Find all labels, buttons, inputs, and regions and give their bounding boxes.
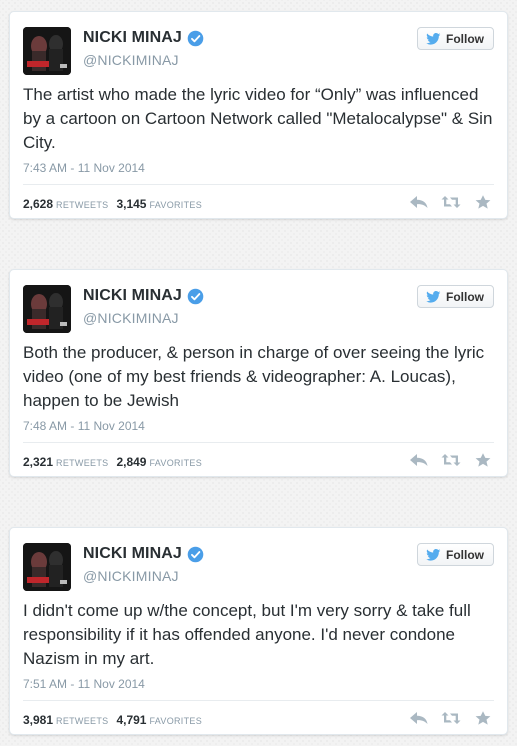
retweet-icon[interactable] [441, 453, 461, 467]
retweets-label[interactable]: RETWEETS [56, 200, 108, 210]
verified-badge-icon [187, 30, 204, 46]
tweet-timestamp[interactable]: 7:51 AM - 11 Nov 2014 [23, 677, 145, 691]
author-name-row: NICKI MINAJ [83, 29, 204, 47]
twitter-bird-icon [426, 548, 441, 561]
author-name[interactable]: NICKI MINAJ [83, 29, 182, 47]
divider [23, 184, 494, 185]
divider [23, 700, 494, 701]
retweets-count[interactable]: 2,628 [23, 197, 53, 211]
follow-button[interactable]: Follow [417, 27, 494, 50]
author-name[interactable]: NICKI MINAJ [83, 545, 182, 563]
author-name[interactable]: NICKI MINAJ [83, 287, 182, 305]
follow-label: Follow [446, 289, 484, 304]
favorites-label[interactable]: FAVORITES [149, 458, 202, 468]
verified-badge-icon [187, 546, 204, 562]
tweet-stats: 3,981 RETWEETS 4,791 FAVORITES [23, 713, 210, 727]
retweets-count[interactable]: 2,321 [23, 455, 53, 469]
follow-button[interactable]: Follow [417, 285, 494, 308]
reply-icon[interactable] [409, 711, 429, 725]
tweet-text: Both the producer, & person in charge of… [23, 343, 485, 410]
retweet-icon[interactable] [441, 711, 461, 725]
reply-icon[interactable] [409, 453, 429, 467]
favorites-label[interactable]: FAVORITES [149, 716, 202, 726]
retweets-count[interactable]: 3,981 [23, 713, 53, 727]
divider [23, 442, 494, 443]
tweet-card: NICKI MINAJ @NICKIMINAJ Follow The artis… [9, 11, 508, 219]
author-name-row: NICKI MINAJ [83, 545, 204, 563]
favorite-star-icon[interactable] [473, 195, 493, 209]
follow-button[interactable]: Follow [417, 543, 494, 566]
author-handle[interactable]: @NICKIMINAJ [83, 568, 179, 584]
tweet-text: The artist who made the lyric video for … [23, 85, 493, 152]
author-name-row: NICKI MINAJ [83, 287, 204, 305]
avatar[interactable] [23, 285, 71, 333]
follow-label: Follow [446, 31, 484, 46]
tweet-timestamp[interactable]: 7:48 AM - 11 Nov 2014 [23, 419, 145, 433]
tweet-stats: 2,321 RETWEETS 2,849 FAVORITES [23, 455, 210, 469]
tweet-actions [409, 195, 493, 209]
verified-badge-icon [187, 288, 204, 304]
author-handle[interactable]: @NICKIMINAJ [83, 52, 179, 68]
retweets-label[interactable]: RETWEETS [56, 458, 108, 468]
tweet-text: I didn't come up w/the concept, but I'm … [23, 601, 471, 668]
author-handle[interactable]: @NICKIMINAJ [83, 310, 179, 326]
favorite-star-icon[interactable] [473, 711, 493, 725]
favorites-count[interactable]: 3,145 [116, 197, 146, 211]
avatar[interactable] [23, 543, 71, 591]
tweet-actions [409, 453, 493, 467]
follow-label: Follow [446, 547, 484, 562]
retweet-icon[interactable] [441, 195, 461, 209]
favorites-count[interactable]: 4,791 [116, 713, 146, 727]
retweets-label[interactable]: RETWEETS [56, 716, 108, 726]
twitter-bird-icon [426, 290, 441, 303]
twitter-bird-icon [426, 32, 441, 45]
favorites-count[interactable]: 2,849 [116, 455, 146, 469]
tweet-card: NICKI MINAJ @NICKIMINAJ Follow Both the … [9, 269, 508, 477]
tweet-actions [409, 711, 493, 725]
tweet-card: NICKI MINAJ @NICKIMINAJ Follow I didn't … [9, 527, 508, 735]
tweet-stats: 2,628 RETWEETS 3,145 FAVORITES [23, 197, 210, 211]
avatar[interactable] [23, 27, 71, 75]
reply-icon[interactable] [409, 195, 429, 209]
favorites-label[interactable]: FAVORITES [149, 200, 202, 210]
favorite-star-icon[interactable] [473, 453, 493, 467]
tweet-timestamp[interactable]: 7:43 AM - 11 Nov 2014 [23, 161, 145, 175]
